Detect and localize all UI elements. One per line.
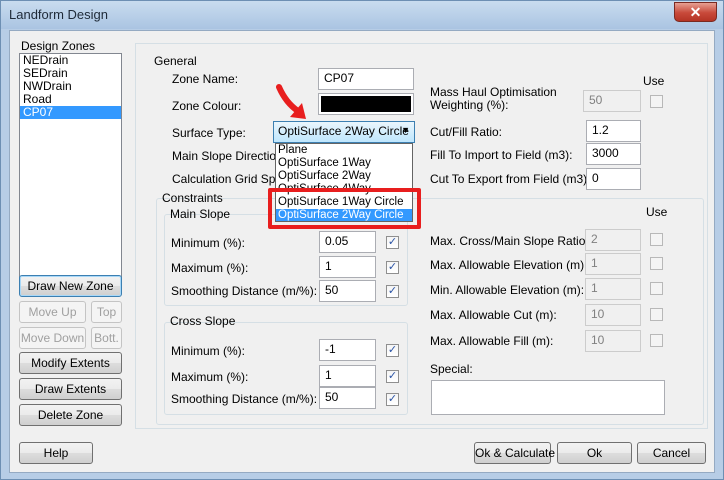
fill-import-label: Fill To Import to Field (m3): xyxy=(430,148,573,162)
highlight-box xyxy=(268,188,421,229)
zone-name-input[interactable]: CP07 xyxy=(318,68,414,90)
cut-fill-ratio-input[interactable]: 1.2 xyxy=(586,120,641,142)
window-title: Landform Design xyxy=(9,7,108,22)
main-max-checkbox[interactable]: ✓ xyxy=(386,261,399,274)
main-slope-title: Main Slope xyxy=(170,207,231,221)
draw-extents-button[interactable]: Draw Extents xyxy=(19,378,122,400)
cross-slope-title: Cross Slope xyxy=(170,314,236,328)
max-cut-checkbox[interactable] xyxy=(650,308,663,321)
surface-type-label: Surface Type: xyxy=(172,126,246,140)
max-cut-input[interactable]: 10 xyxy=(585,304,641,326)
surface-option-plane[interactable]: Plane xyxy=(276,144,412,157)
max-elevation-checkbox[interactable] xyxy=(650,257,663,270)
title-bar[interactable]: Landform Design ✕ xyxy=(1,1,723,29)
main-smoothing-label: Smoothing Distance (m/%): xyxy=(171,284,318,298)
surface-type-combo[interactable]: OptiSurface 2Way Circle ▼ xyxy=(273,121,415,143)
main-min-checkbox[interactable]: ✓ xyxy=(386,236,399,249)
cross-max-input[interactable]: 1 xyxy=(319,365,376,387)
landform-design-window: Landform Design ✕ Design Zones NEDrain S… xyxy=(0,0,724,480)
main-min-input[interactable]: 0.05 xyxy=(319,231,376,253)
special-textarea[interactable] xyxy=(431,380,665,415)
zone-colour-picker[interactable] xyxy=(318,93,414,115)
cross-smoothing-checkbox[interactable]: ✓ xyxy=(386,393,399,406)
top-button[interactable]: Top xyxy=(91,301,122,323)
zone-name-label: Zone Name: xyxy=(172,72,239,86)
max-cut-label: Max. Allowable Cut (m): xyxy=(430,308,557,322)
surface-option-1way[interactable]: OptiSurface 1Way xyxy=(276,157,412,170)
main-smoothing-checkbox[interactable]: ✓ xyxy=(386,285,399,298)
zone-item-cp07[interactable]: CP07 xyxy=(20,106,121,119)
bottom-button[interactable]: Bott. xyxy=(91,327,122,349)
cross-max-label: Maximum (%): xyxy=(171,370,249,384)
cut-export-label: Cut To Export from Field (m3): xyxy=(430,172,591,186)
dialog-client-area: Design Zones NEDrain SEDrain NWDrain Roa… xyxy=(9,30,715,473)
general-title: General xyxy=(154,54,197,68)
max-fill-checkbox[interactable] xyxy=(650,334,663,347)
min-elevation-input[interactable]: 1 xyxy=(585,278,641,300)
main-slope-direction-label: Main Slope Direction ( xyxy=(172,149,291,163)
max-elevation-input[interactable]: 1 xyxy=(585,253,641,275)
design-zones-list[interactable]: NEDrain SEDrain NWDrain Road CP07 xyxy=(19,53,122,293)
modify-extents-button[interactable]: Modify Extents xyxy=(19,352,122,374)
zone-colour-label: Zone Colour: xyxy=(172,99,242,113)
move-down-button[interactable]: Move Down xyxy=(19,327,86,349)
help-button[interactable]: Help xyxy=(19,442,93,464)
close-button[interactable]: ✕ xyxy=(674,2,717,22)
red-arrow-icon xyxy=(276,84,306,119)
cross-smoothing-label: Smoothing Distance (m/%): xyxy=(171,392,318,406)
move-up-button[interactable]: Move Up xyxy=(19,301,86,323)
constraints-title: Constraints xyxy=(162,191,223,205)
zone-colour-swatch xyxy=(321,96,411,112)
ok-button[interactable]: Ok xyxy=(557,442,632,464)
constraints-use-label: Use xyxy=(646,205,668,219)
main-max-label: Maximum (%): xyxy=(171,261,249,275)
max-fill-input[interactable]: 10 xyxy=(585,330,641,352)
cut-export-input[interactable]: 0 xyxy=(586,168,641,190)
design-zones-title: Design Zones xyxy=(21,39,96,53)
surface-option-2way[interactable]: OptiSurface 2Way xyxy=(276,170,412,183)
cross-smoothing-input[interactable]: 50 xyxy=(319,387,376,409)
cross-max-checkbox[interactable]: ✓ xyxy=(386,370,399,383)
ok-calculate-button[interactable]: Ok & Calculate xyxy=(474,442,555,464)
cross-min-input[interactable]: -1 xyxy=(319,339,376,361)
surface-type-value: OptiSurface 2Way Circle xyxy=(278,124,409,138)
main-min-label: Minimum (%): xyxy=(171,236,245,250)
mass-haul-use-checkbox[interactable] xyxy=(650,95,663,108)
ratio-input[interactable]: 2 xyxy=(585,229,641,251)
general-use-label: Use xyxy=(643,74,665,88)
main-max-input[interactable]: 1 xyxy=(319,256,376,278)
cross-min-label: Minimum (%): xyxy=(171,344,245,358)
min-elevation-label: Min. Allowable Elevation (m): xyxy=(430,283,585,297)
ratio-checkbox[interactable] xyxy=(650,233,663,246)
max-fill-label: Max. Allowable Fill (m): xyxy=(430,334,554,348)
draw-new-zone-button[interactable]: Draw New Zone xyxy=(19,275,122,297)
main-smoothing-input[interactable]: 50 xyxy=(319,280,376,302)
mass-haul-label: Mass Haul Optimisation Weighting (%): xyxy=(430,85,557,112)
mass-haul-input[interactable]: 50 xyxy=(583,90,641,112)
delete-zone-button[interactable]: Delete Zone xyxy=(19,404,122,426)
fill-import-input[interactable]: 3000 xyxy=(586,143,641,165)
ratio-label: Max. Cross/Main Slope Ratio: xyxy=(430,234,589,248)
special-label: Special: xyxy=(430,362,473,376)
chevron-down-icon: ▼ xyxy=(401,125,410,135)
min-elevation-checkbox[interactable] xyxy=(650,282,663,295)
cut-fill-ratio-label: Cut/Fill Ratio: xyxy=(430,125,503,139)
calc-grid-spacing-label: Calculation Grid Spaci xyxy=(172,172,291,186)
cross-min-checkbox[interactable]: ✓ xyxy=(386,344,399,357)
cancel-button[interactable]: Cancel xyxy=(637,442,706,464)
max-elevation-label: Max. Allowable Elevation (m): xyxy=(430,258,588,272)
